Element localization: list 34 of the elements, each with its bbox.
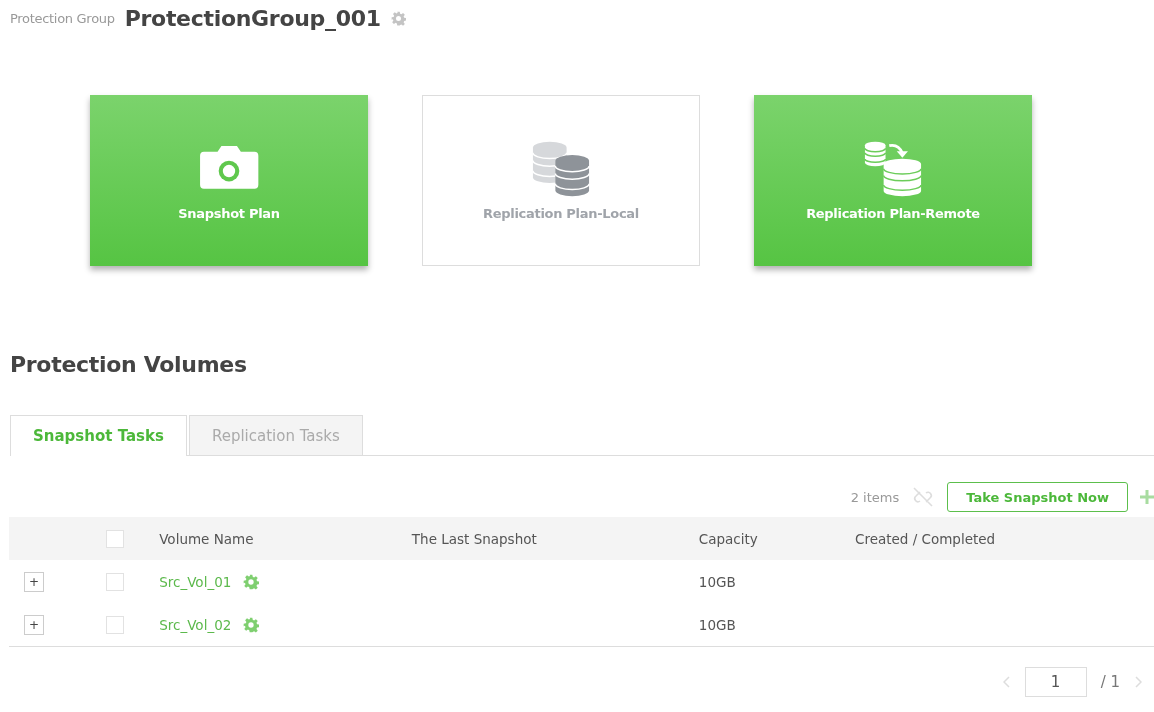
column-header: Capacity xyxy=(698,530,758,547)
page-total: / 1 xyxy=(1100,673,1120,691)
checkbox[interactable] xyxy=(105,615,124,634)
column-header: The Last Snapshot xyxy=(411,530,537,547)
plan-card[interactable]: Snapshot Plan xyxy=(90,95,368,266)
add-icon[interactable] xyxy=(1140,489,1154,505)
tab[interactable]: Replication Tasks xyxy=(188,415,363,455)
page-title: ProtectionGroup_001 xyxy=(124,6,381,31)
plan-label: Snapshot Plan xyxy=(178,206,280,221)
table-cell: 10GB xyxy=(698,573,736,590)
section-title: Protection Volumes xyxy=(10,352,248,377)
plan-label: Replication Plan-Remote xyxy=(806,206,980,221)
checkbox[interactable] xyxy=(105,572,124,591)
expand-button[interactable]: + xyxy=(24,571,44,592)
table-cell: 10GB xyxy=(698,616,736,633)
plan-card[interactable]: Replication Plan-Local xyxy=(422,95,700,266)
checkbox[interactable] xyxy=(105,529,124,548)
plan-label: Replication Plan-Local xyxy=(483,206,639,221)
tab[interactable]: Snapshot Tasks xyxy=(10,415,187,456)
column-header: Volume Name xyxy=(159,530,254,547)
gear-icon[interactable] xyxy=(390,11,406,26)
next-page-icon[interactable] xyxy=(1134,676,1142,688)
breadcrumb-label: Protection Group xyxy=(10,11,115,26)
volume-link[interactable]: Src_Vol_02 xyxy=(159,616,232,633)
item-count: 2 items xyxy=(850,489,900,505)
gear-icon[interactable] xyxy=(243,616,260,633)
expand-button[interactable]: + xyxy=(24,614,44,635)
volume-link[interactable]: Src_Vol_01 xyxy=(159,573,232,590)
plan-card[interactable]: Replication Plan-Remote xyxy=(754,95,1032,266)
column-header: Created / Completed xyxy=(854,530,996,547)
previous-page-icon[interactable] xyxy=(1002,676,1011,688)
page-field[interactable]: 1 xyxy=(1024,667,1087,697)
gear-icon[interactable] xyxy=(243,573,260,590)
take-snapshot-button[interactable]: Take Snapshot Now xyxy=(947,482,1128,512)
